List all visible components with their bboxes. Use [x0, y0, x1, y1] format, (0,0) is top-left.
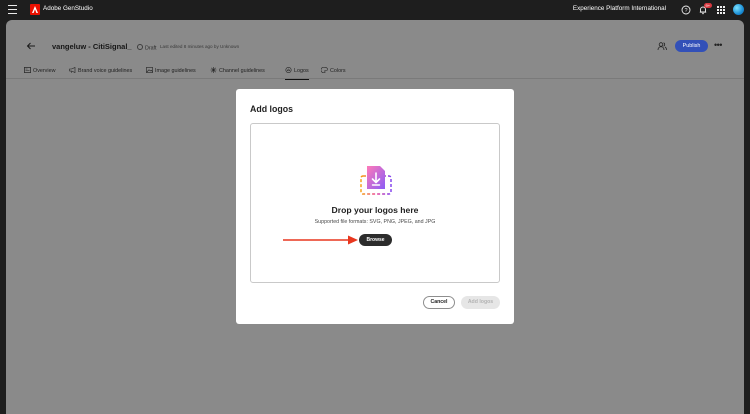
draft-status-icon [137, 44, 143, 50]
last-edited-text: Last edited 8 minutes ago by Unknown [160, 44, 240, 49]
add-logos-dialog: Add logos Drop your logos here Supported… [236, 89, 514, 324]
tab-divider [6, 78, 744, 79]
page-title: vangeluw - CitiSignal_ [52, 42, 132, 51]
menu-icon[interactable] [8, 5, 17, 14]
drop-title: Drop your logos here [331, 205, 419, 215]
adobe-logo-icon [30, 4, 40, 15]
logo-dropzone[interactable]: Drop your logos here Supported file form… [250, 123, 500, 283]
status-label: Draft [145, 45, 157, 52]
more-options-icon[interactable]: ••• [714, 41, 722, 50]
supported-formats-text: Supported file formats: SVG, PNG, JPEG, … [314, 219, 436, 225]
logo-icon [285, 67, 292, 73]
publish-button[interactable]: Publish [675, 40, 708, 52]
upload-file-icon [360, 166, 392, 195]
top-bar: Adobe GenStudio Experience Platform Inte… [0, 0, 750, 20]
app-name: Adobe GenStudio [43, 5, 93, 12]
dialog-title: Add logos [250, 104, 294, 114]
cancel-button[interactable]: Cancel [423, 296, 455, 309]
user-avatar[interactable] [733, 4, 744, 15]
tab-label: Channel guidelines [219, 68, 265, 74]
annotation-arrow-icon [283, 235, 358, 245]
status-badge: Draft [137, 44, 156, 52]
tab-label: Image guidelines [155, 68, 196, 74]
add-logos-button[interactable]: Add logos [461, 296, 500, 309]
browse-button[interactable]: Browse [359, 234, 392, 246]
megaphone-icon [69, 67, 76, 73]
image-icon [146, 67, 153, 73]
apps-grid-icon[interactable] [716, 5, 726, 15]
people-icon[interactable] [657, 41, 667, 51]
palette-icon [321, 67, 328, 73]
org-switcher[interactable]: Experience Platform International [573, 5, 666, 12]
tab-label: Logos [294, 68, 309, 74]
tab-label: Brand voice guidelines [78, 68, 133, 74]
tab-label: Colors [330, 68, 346, 74]
back-arrow-icon[interactable] [26, 41, 36, 51]
svg-text:?: ? [684, 8, 687, 14]
tab-label: Overview [33, 68, 56, 74]
notification-badge: 9+ [704, 3, 712, 8]
overview-icon [24, 67, 31, 73]
help-icon[interactable]: ? [681, 5, 691, 15]
channel-icon [210, 67, 217, 73]
